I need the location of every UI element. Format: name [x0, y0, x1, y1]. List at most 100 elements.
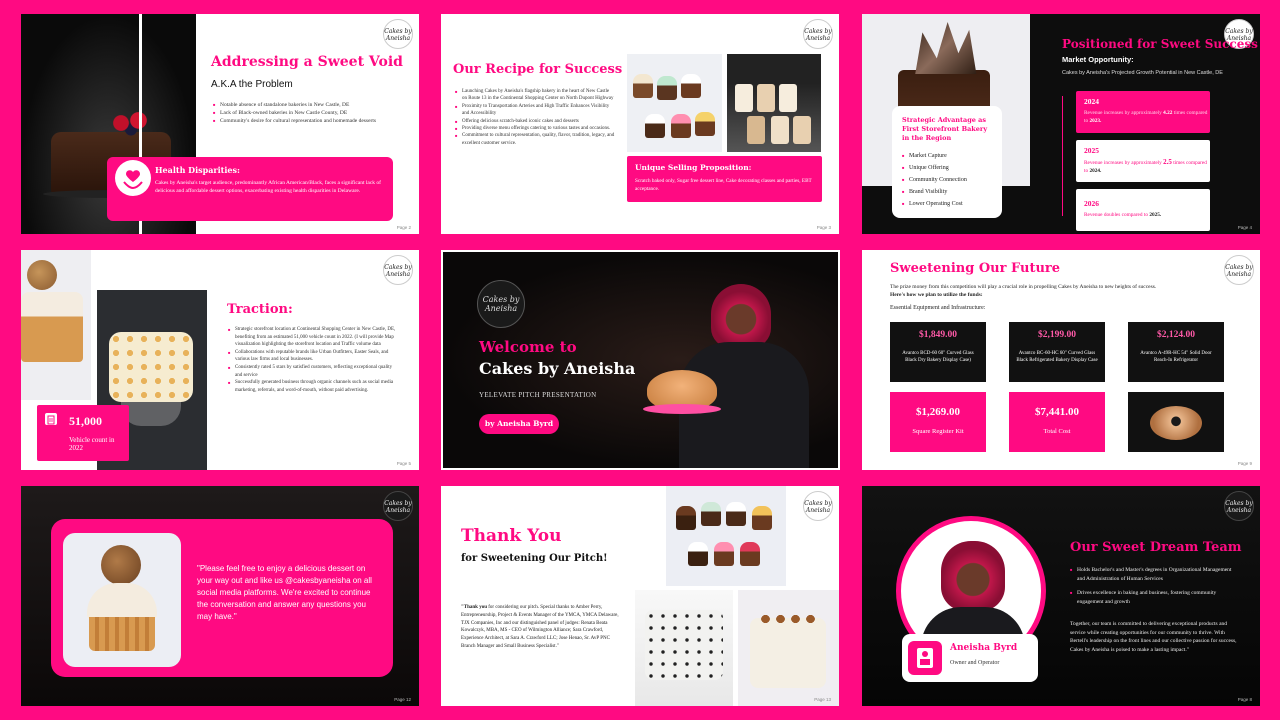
register-card: $1,269.00 Square Register Kit — [890, 392, 986, 452]
slide-traction[interactable]: Cakes by Aneisha Traction: Strategic sto… — [21, 250, 419, 470]
cupcake — [645, 114, 665, 138]
closing-quote: "Please feel free to enjoy a delicious d… — [197, 564, 372, 621]
timeline-text: Revenue increases by approximately 2.5 t… — [1084, 158, 1207, 174]
cupcake — [714, 542, 734, 566]
slide-team[interactable]: Cakes by Aneisha Aneisha Byrd Owner and … — [862, 486, 1260, 706]
cupcake — [688, 542, 708, 566]
timeline-2025: 2025 Revenue increases by approximately … — [1076, 140, 1210, 182]
timeline-text: Revenue increases by approximately 4.22 … — [1084, 110, 1208, 124]
slide-positioned[interactable]: Cakes by Aneisha Positioned for Sweet Su… — [862, 14, 1260, 234]
register-label: Square Register Kit — [912, 428, 964, 435]
list-item: Unique Offering — [902, 162, 998, 174]
page-number: Page 3 — [816, 225, 831, 230]
projection-label: Cakes by Aneisha's Projected Growth Pote… — [1062, 70, 1223, 76]
slide-title: Addressing a Sweet Void — [211, 54, 403, 70]
cupcake — [676, 506, 696, 530]
cupcake — [701, 502, 721, 526]
timeline-2026: 2026 Revenue doubles compared to 2025. — [1076, 189, 1210, 231]
pitch-label: YELEVATE PITCH PRESENTATION — [479, 391, 597, 399]
timeline-2024: 2024 Revenue increases by approximately … — [1076, 91, 1210, 133]
owner-role: Owner and Operator — [950, 660, 1000, 666]
callout-text: Cakes by Aneisha's target audience, pred… — [155, 180, 382, 194]
slide-funding[interactable]: Cakes by Aneisha Sweetening Our Future T… — [862, 250, 1260, 470]
slide-title: Sweetening Our Future — [890, 261, 1061, 276]
equipment-card: $2,124.00 Avantco A-49R-HC 54" Solid Doo… — [1128, 322, 1224, 382]
usp-title: Unique Selling Proposition: — [635, 163, 752, 172]
usp-box: Unique Selling Proposition: Scratch bake… — [627, 156, 822, 202]
oreo-cake-photo — [635, 590, 733, 706]
cupcake — [752, 506, 772, 530]
callout-title: Health Disparities: — [155, 165, 240, 175]
slide-closing-quote[interactable]: Cakes by Aneisha "Please feel free to en… — [21, 486, 419, 706]
health-callout: Health Disparities: Cakes by Aneisha's t… — [107, 157, 393, 221]
list-item: Proximity to Transportation Arteries and… — [455, 103, 615, 118]
dessert-jar — [779, 84, 797, 112]
list-item: Consistently rated 5 stars by satisfied … — [228, 364, 398, 379]
list-item: Lack of Black-owned bakeries in New Cast… — [213, 109, 403, 117]
list-item: Commitment to cultural representation, q… — [455, 132, 615, 147]
slide-thank-you[interactable]: Cakes by Aneisha Thank You for Sweetenin… — [441, 486, 839, 706]
slide-recipe[interactable]: Cakes by Aneisha Our Recipe for Success … — [441, 14, 839, 234]
brand-logo: Cakes by Aneisha — [383, 19, 413, 49]
equipment-price: $2,124.00 — [1157, 330, 1195, 340]
equipment-desc: Avantco BC-60-HC 60" Curved Glass Black … — [1016, 351, 1098, 363]
cupcake — [695, 112, 715, 136]
brand-logo: Cakes by Aneisha — [1224, 255, 1254, 285]
cupcake-photo — [63, 533, 181, 667]
funding-intro: The prize money from this competition wi… — [890, 284, 1157, 298]
cupcake — [726, 502, 746, 526]
dessert-jar — [757, 84, 775, 112]
frosted-cake — [750, 618, 826, 688]
list-item: Drives excellence in baking and business… — [1070, 589, 1240, 606]
brand-logo: Cakes by Aneisha — [383, 255, 413, 285]
slide-problem[interactable]: Cakes by Aneisha Addressing a Sweet Void… — [21, 14, 419, 234]
list-item: Holds Bachelor's and Master's degrees in… — [1070, 566, 1240, 583]
owner-head — [941, 541, 1005, 611]
total-price: $7,441.00 — [1035, 406, 1079, 418]
equipment-price: $2,199.00 — [1038, 330, 1076, 340]
slide-title: Thank You — [461, 526, 562, 546]
total-card: $7,441.00 Total Cost — [1009, 392, 1105, 452]
brand-title: Cakes by Aneisha — [479, 359, 636, 378]
slide-subtitle: A.K.A the Problem — [211, 79, 293, 90]
brand-logo: Cakes by Aneisha — [803, 491, 833, 521]
slide-subtitle: for Sweetening Our Pitch! — [461, 553, 608, 564]
vanilla-wafer-cake — [109, 332, 193, 402]
list-item: Launching Cakes by Aneisha's flagship ba… — [455, 88, 615, 103]
equipment-card: $1,849.00 Avantco BCD-60 60" Curved Glas… — [890, 322, 986, 382]
slide-title: Our Recipe for Success — [453, 62, 623, 77]
butter-pecan-cake-photo — [738, 590, 839, 706]
chef-icon — [908, 641, 942, 675]
bundt-photo — [1128, 392, 1224, 452]
brand-logo: Cakes by Aneisha — [1224, 491, 1254, 521]
dessert-jar — [747, 116, 765, 144]
slide-welcome[interactable]: Cakes by Aneisha Welcome to Cakes by Ane… — [441, 250, 840, 470]
list-item: Market Capture — [902, 150, 998, 162]
page-number: Page 13 — [814, 697, 831, 702]
cookie — [101, 545, 141, 585]
berries — [106, 110, 156, 136]
cupcake-liner — [89, 617, 155, 651]
dessert-jar — [771, 116, 789, 144]
chocolate-shards — [915, 22, 977, 74]
page-number: Page 8 — [1237, 697, 1252, 702]
bullet-list: Notable absence of standalone bakeries i… — [213, 101, 403, 125]
cupcakes-photo — [627, 54, 722, 152]
bullet-list: Holds Bachelor's and Master's degrees in… — [1070, 566, 1240, 606]
slide-title: Our Sweet Dream Team — [1070, 540, 1242, 555]
usp-text: Scratch baked only, Sugar free dessert l… — [635, 178, 812, 192]
thanks-text: "Thank you for considering our pitch. Sp… — [461, 605, 619, 649]
owner-name: Aneisha Byrd — [950, 643, 1018, 653]
frosting — [87, 583, 157, 619]
list-item: Community's desire for cultural represen… — [213, 117, 403, 125]
pecans — [758, 612, 818, 626]
dessert-jar — [735, 84, 753, 112]
stat-card: 51,000 Vehicle count in 2022 — [37, 405, 129, 461]
timeline-year: 2025 — [1084, 146, 1099, 155]
cookies-cream-cake — [645, 610, 723, 680]
presenter-button[interactable]: by Aneisha Byrd — [479, 414, 559, 434]
page-number: Page 4 — [1237, 225, 1252, 230]
stat-label: Vehicle count in 2022 — [69, 436, 115, 452]
timeline-text: Revenue doubles compared to 2025. — [1084, 212, 1162, 218]
heart-hands-icon — [115, 160, 151, 196]
